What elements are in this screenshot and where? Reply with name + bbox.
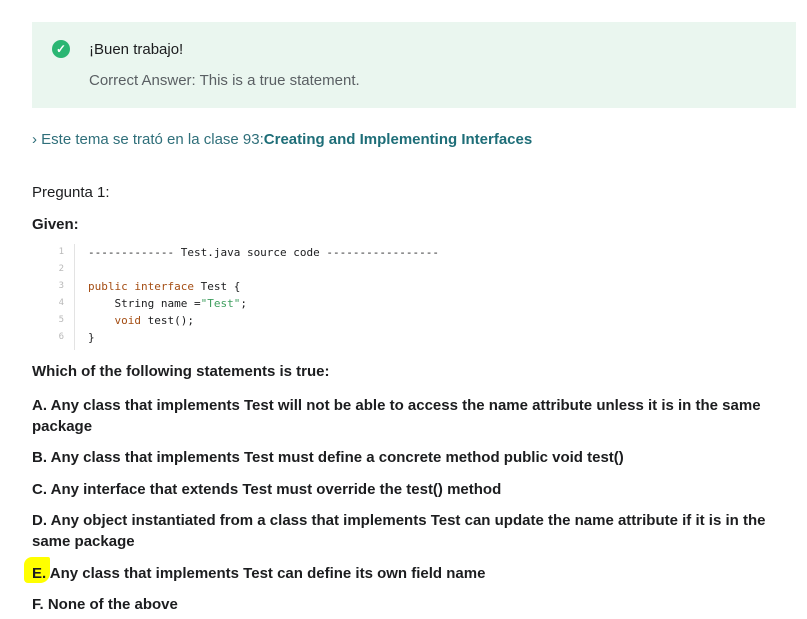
question-number: Pregunta 1:	[32, 184, 110, 201]
code-text: Test {	[193, 280, 241, 293]
given-label: Given:	[32, 216, 79, 233]
code-line: ------------- Test.java source code ----…	[88, 246, 439, 259]
code-line: }	[88, 331, 95, 344]
option-b: B. Any class that implements Test must d…	[32, 449, 624, 466]
topic-prefix: › Este tema se trató en la clase 93:	[32, 131, 264, 148]
feedback-banner: ✓ ¡Buen trabajo! Correct Answer: This is…	[32, 22, 796, 108]
code-keyword: public interface	[88, 280, 194, 293]
line-number: 4	[58, 298, 64, 308]
line-numbers: 1 2 3 4 5 6	[44, 244, 75, 350]
code-text: ;	[240, 297, 247, 310]
option-f: F. None of the above	[32, 596, 178, 613]
correct-answer-text: Correct Answer: This is a true statement…	[89, 72, 360, 89]
code-lines: ------------- Test.java source code ----…	[88, 244, 439, 346]
option-d: D. Any object instantiated from a class …	[32, 512, 766, 550]
line-number: 5	[58, 315, 64, 325]
line-number: 1	[58, 247, 64, 257]
lesson-link[interactable]: Creating and Implementing Interfaces	[264, 131, 532, 148]
option-e: E. Any class that implements Test can de…	[32, 565, 486, 582]
feedback-title: ¡Buen trabajo!	[89, 41, 184, 58]
option-c: C. Any interface that extends Test must …	[32, 481, 502, 498]
code-line: public interface Test {	[88, 278, 439, 295]
option-a: A. Any class that implements Test will n…	[32, 397, 761, 435]
code-block: 1 2 3 4 5 6 ------------- Test.java sour…	[44, 244, 464, 352]
code-text: test();	[140, 314, 194, 327]
question-prompt: Which of the following statements is tru…	[32, 363, 330, 380]
code-keyword: void	[88, 314, 141, 327]
code-string: "Test"	[200, 297, 241, 310]
topic-reference: › Este tema se trató en la clase 93:Crea…	[32, 131, 532, 148]
check-circle-icon: ✓	[52, 40, 70, 58]
line-number: 3	[58, 281, 64, 291]
code-text: String name =	[88, 297, 201, 310]
line-number: 2	[58, 264, 64, 274]
code-line: void test();	[88, 312, 439, 329]
code-line: String name ="Test";	[88, 295, 439, 312]
line-number: 6	[58, 332, 64, 342]
